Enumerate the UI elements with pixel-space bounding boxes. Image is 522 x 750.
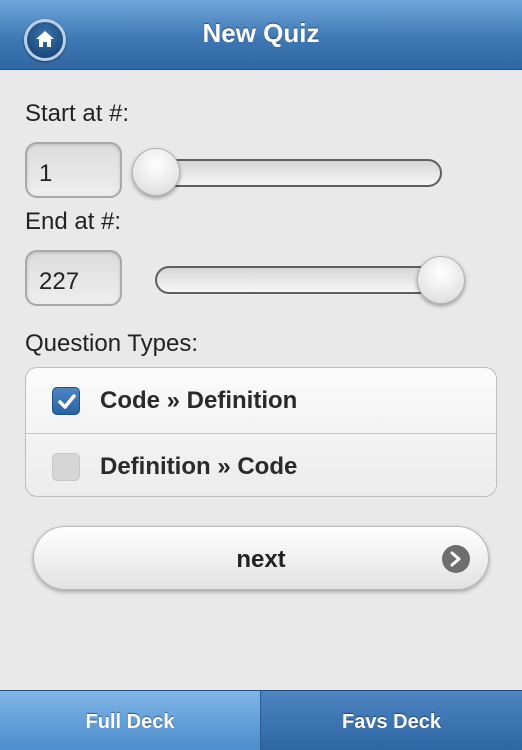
checkmark-icon [58,394,76,409]
arrow-right-icon [442,545,470,573]
next-button-label: next [236,546,286,573]
header-bar: New Quiz [0,0,522,70]
question-types-label: Question Types: [25,330,198,357]
end-label: End at #: [25,208,122,235]
start-slider-thumb[interactable] [132,148,180,196]
start-slider-track[interactable] [134,159,442,187]
end-number-field[interactable]: 227 [25,250,122,306]
page-title: New Quiz [202,18,320,48]
question-type-item-definition-code[interactable]: Definition » Code [26,433,496,496]
tab-full-deck[interactable]: Full Deck [0,691,261,750]
end-slider-thumb[interactable] [417,256,465,304]
next-button[interactable]: next [33,526,489,590]
tab-bar: Full Deck Favs Deck [0,690,522,750]
start-number-field[interactable]: 1 [25,142,122,198]
checkbox-checked[interactable] [52,387,80,415]
question-type-label: Definition » Code [100,453,298,480]
checkbox-unchecked[interactable] [52,453,80,481]
question-type-label: Code » Definition [100,387,298,414]
question-type-item-code-definition[interactable]: Code » Definition [26,368,496,433]
tab-favs-deck[interactable]: Favs Deck [261,691,522,750]
question-types-list: Code » Definition Definition » Code [25,367,497,497]
start-label: Start at #: [25,100,130,127]
